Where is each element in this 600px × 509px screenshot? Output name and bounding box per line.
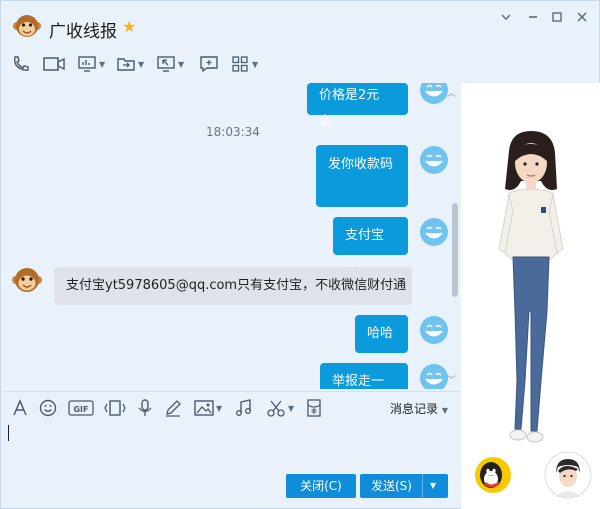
close-button[interactable]: 关闭(C) (286, 474, 356, 498)
top-toolbar: ▼ ▼ ▼ ▼ (1, 51, 461, 79)
message-bubble-self[interactable]: 价格是2元 么 (307, 83, 408, 129)
gif-icon[interactable]: GIF (68, 398, 94, 418)
title-bar: 广收线报 ★ (1, 1, 599, 47)
voice-icon[interactable] (136, 398, 154, 418)
message-bubble-self[interactable]: 哈哈 (355, 315, 408, 353)
music-icon[interactable] (235, 398, 253, 418)
history-label: 消息记录 (390, 402, 439, 416)
screen-share-icon[interactable]: ▼ (77, 51, 105, 77)
show-character-illustration (498, 131, 564, 443)
shake-icon[interactable] (104, 398, 126, 418)
self-avatar-icon[interactable] (419, 145, 449, 175)
remote-desktop-icon[interactable]: ▼ (156, 51, 184, 77)
draw-icon[interactable] (164, 398, 182, 418)
self-avatar-icon[interactable] (419, 363, 449, 389)
chat-window: 广收线报 ★ ▼ ▼ ▼ ▼ 价格是2元 么 ︿ 18:03:34 发你收款码 … (0, 0, 600, 509)
user-profile-avatar[interactable] (544, 451, 592, 499)
send-button-label: 发送(S) (371, 479, 412, 493)
emoji-icon[interactable] (39, 398, 57, 418)
file-transfer-icon[interactable]: ▼ (116, 51, 144, 77)
text-caret (8, 425, 9, 441)
timestamp: 18:03:34 (206, 125, 260, 139)
close-button-label: 关闭(C) (300, 479, 342, 493)
message-board-icon[interactable] (199, 51, 219, 77)
message-text: 价格是2元 么 (319, 88, 380, 129)
video-icon[interactable] (42, 51, 66, 77)
send-options-chevron-icon[interactable]: ▼ (430, 474, 436, 498)
self-avatar-icon[interactable] (419, 83, 449, 105)
message-bubble-self[interactable]: 发你收款码 (316, 145, 408, 207)
font-icon[interactable] (11, 398, 29, 418)
self-avatar-icon[interactable] (419, 315, 449, 345)
message-bubble-self[interactable]: 支付宝的 (333, 217, 408, 281)
self-avatar-icon[interactable] (419, 217, 449, 247)
window-title: 广收线报 (49, 22, 117, 42)
contact-avatar-icon[interactable] (12, 265, 42, 295)
message-history-button[interactable]: 消息记录 ▼ (390, 400, 448, 417)
message-text: 举报走一波 (332, 374, 385, 389)
svg-text:GIF: GIF (73, 405, 88, 414)
message-bubble-contact[interactable]: 支付宝yt5978605@qq.com只有支付宝，不收微信财付通 (54, 267, 412, 305)
input-toolbar: GIF ▼ ▼ 消息记录 ▼ (2, 391, 460, 423)
send-divider (422, 474, 423, 498)
message-text: 发你收款码 (328, 157, 394, 172)
monkey-avatar-icon[interactable] (13, 12, 41, 40)
send-button[interactable]: 发送(S) ▼ (360, 474, 448, 498)
qq-penguin-logo-icon[interactable] (469, 453, 513, 495)
message-input[interactable] (2, 423, 460, 471)
minimize-icon[interactable] (522, 10, 544, 28)
image-icon[interactable]: ▼ (194, 398, 222, 418)
chat-history[interactable]: 价格是2元 么 ︿ 18:03:34 发你收款码 支付宝的 支付宝yt59786… (2, 83, 460, 389)
phone-icon[interactable] (11, 51, 31, 77)
scrollbar-thumb[interactable] (452, 203, 458, 297)
close-icon[interactable] (571, 10, 593, 28)
red-packet-icon[interactable] (306, 398, 322, 418)
menu-icon[interactable] (495, 10, 517, 28)
maximize-icon[interactable] (546, 10, 568, 28)
show-panel (461, 83, 600, 509)
apps-grid-icon[interactable]: ▼ (230, 51, 258, 77)
message-text: 哈哈 (367, 326, 394, 341)
star-icon: ★ (122, 17, 137, 36)
message-text: 支付宝yt5978605@qq.com只有支付宝，不收微信财付通 (66, 278, 407, 293)
message-bubble-self[interactable]: 举报走一波 (320, 363, 408, 389)
screenshot-icon[interactable]: ▼ (266, 398, 294, 418)
